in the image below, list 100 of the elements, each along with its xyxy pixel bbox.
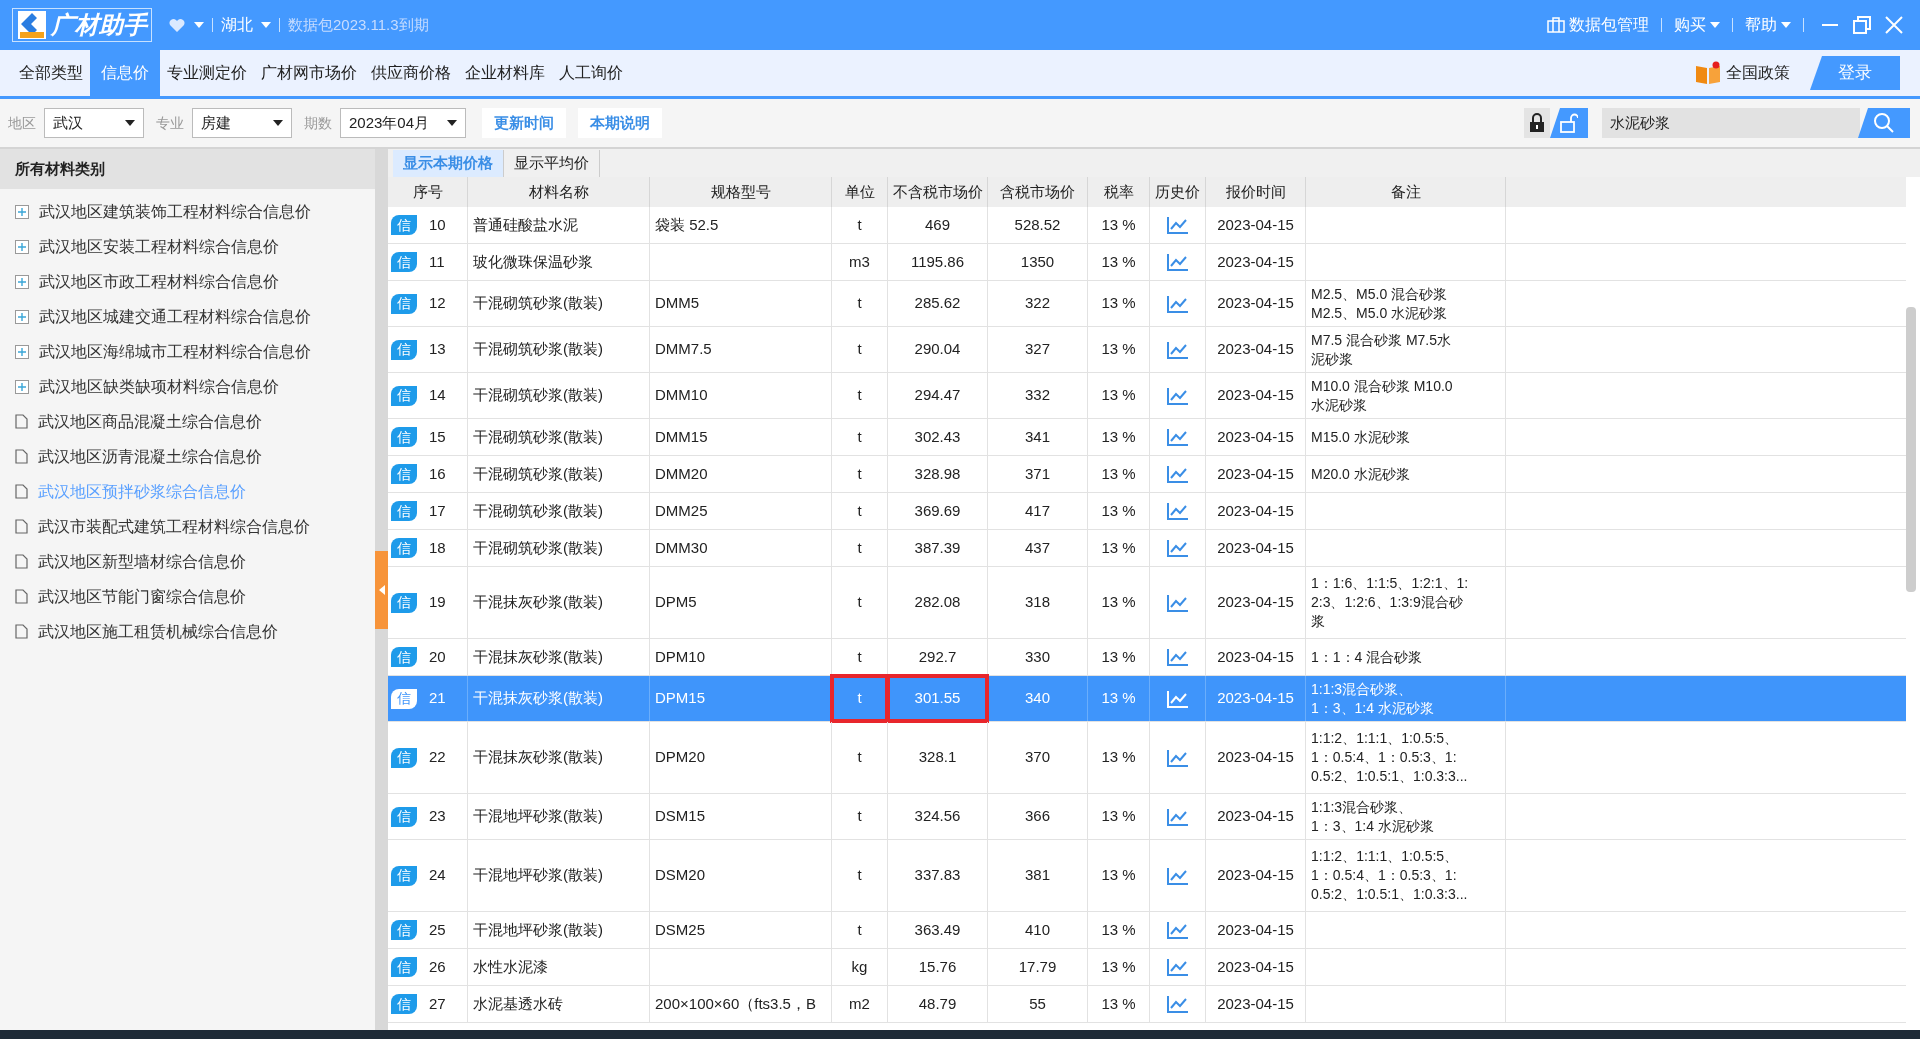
table-cell-text: 2023-04-15: [1217, 426, 1294, 447]
expand-icon[interactable]: [15, 274, 29, 289]
info-badge: 信: [391, 865, 417, 886]
nav-tab[interactable]: 供应商价格: [364, 50, 458, 96]
scrollbar-thumb[interactable]: [1906, 307, 1916, 592]
filter-select[interactable]: 武汉: [44, 108, 144, 138]
sidebar-title: 所有材料类别: [0, 149, 375, 189]
table-row[interactable]: 信 22 干混抹灰砂浆(散装) DPM20 t 328.1 370 13 % 2023-04-15 1:1:2、1:1:1、1:0.5:5、 1：0.5:4、1：0.5:3、1: 0.5:2、1:0.5:1、1:0.3:3...: [388, 722, 1906, 794]
filter-select[interactable]: 房建: [192, 108, 292, 138]
table-cell-text: DMM15: [655, 426, 708, 447]
filter-select[interactable]: 2023年04月: [340, 108, 466, 138]
line-chart-icon[interactable]: [1166, 958, 1189, 976]
lock-button[interactable]: [1524, 108, 1550, 138]
expand-icon[interactable]: [15, 344, 29, 359]
table-row[interactable]: 信 13 干混砌筑砂浆(散装) DMM7.5 t 290.04 327 13 % 2023-04-15 M7.5 混合砂浆 M7.5水 泥砂浆: [388, 327, 1906, 373]
table-cell-text: kg: [851, 956, 868, 977]
sidebar-item[interactable]: 武汉地区安装工程材料综合信息价: [0, 229, 375, 264]
info-badge: 信: [391, 647, 417, 667]
sidebar-item[interactable]: 武汉地区缺类缺项材料综合信息价: [0, 369, 375, 404]
table-cell-text: t: [857, 385, 862, 406]
caret-icon: [194, 22, 204, 28]
table-cell-text: 292.7: [918, 646, 957, 667]
info-badge: 信: [391, 688, 417, 709]
info-badge: 信: [391, 806, 417, 827]
table-cell-text: t: [857, 293, 862, 314]
table-row[interactable]: 信 26 水性水泥漆 kg 15.76 17.79 13 % 2023-04-15: [388, 949, 1906, 986]
table-row[interactable]: 信 25 干混地坪砂浆(散装) DSM25 t 363.49 410 13 % 2023-04-15: [388, 912, 1906, 949]
sidebar-item[interactable]: 武汉地区市政工程材料综合信息价: [0, 264, 375, 299]
line-chart-icon[interactable]: [1166, 866, 1189, 885]
table-cell: 1:1:2、1:1:1、1:0.5:5、 1：0.5:4、1：0.5:3、1: 0.5:2、1:0.5:1、1:0.3:3...: [1311, 847, 1468, 904]
favorites-dropdown[interactable]: [168, 17, 204, 33]
nav-tab[interactable]: 广材网市场价: [254, 50, 364, 96]
table-cell-text: 27: [429, 993, 446, 1014]
nav-tab[interactable]: 全部类型: [12, 50, 90, 96]
caret-icon: [1710, 22, 1720, 28]
table-row[interactable]: 信 14 干混砌筑砂浆(散装) DMM10 t 294.47 332 13 % 2023-04-15 M10.0 混合砂浆 M10.0 水泥砂浆: [388, 373, 1906, 419]
table-cell-text: 13 %: [1101, 251, 1136, 272]
line-chart-icon[interactable]: [1166, 748, 1189, 767]
close-icon[interactable]: [1884, 15, 1904, 35]
table-cell-text: 340: [1025, 688, 1050, 709]
caret-icon: [1781, 22, 1791, 28]
restore-icon[interactable]: [1852, 15, 1872, 35]
table-cell-text: 2023-04-15: [1217, 592, 1294, 613]
sidebar-item[interactable]: 武汉地区城建交通工程材料综合信息价: [0, 299, 375, 334]
table-row[interactable]: 信 20 干混抹灰砂浆(散装) DPM10 t 292.7 330 13 % 2023-04-15 1：1：4 混合砂浆: [388, 639, 1906, 676]
search-field[interactable]: 水泥砂浆: [1602, 108, 1860, 138]
sidebar-item[interactable]: 武汉市装配式建筑工程材料综合信息价: [0, 509, 375, 544]
search-button[interactable]: [1858, 108, 1910, 138]
table-row[interactable]: 信 24 干混地坪砂浆(散装) DSM20 t 337.83 381 13 % 2023-04-15 1:1:2、1:1:1、1:0.5:5、 1：0.5:4、1：0.5:3、1: 0.5:2、1:0.5:1、1:0.3:3...: [388, 840, 1906, 912]
table-row[interactable]: 信 27 水泥基透水砖 200×100×60（fts3.5，B m2 48.79 55 13 % 2023-04-15: [388, 986, 1906, 1023]
expand-icon[interactable]: [15, 204, 29, 219]
left-arrow-icon: [378, 584, 385, 595]
line-chart-icon[interactable]: [1166, 807, 1189, 826]
expand-icon[interactable]: [15, 379, 29, 394]
table-cell-text: 2023-04-15: [1217, 806, 1294, 827]
table-cell-text: 干混砌筑砂浆(散装): [473, 463, 603, 484]
line-chart-icon[interactable]: [1166, 502, 1189, 520]
sidebar-item[interactable]: 武汉地区建筑装饰工程材料综合信息价: [0, 194, 375, 229]
table-cell-text: 381: [1025, 865, 1050, 886]
line-chart-icon[interactable]: [1166, 428, 1189, 446]
policy-link[interactable]: 全国政策: [1694, 50, 1790, 96]
line-chart-icon[interactable]: [1166, 921, 1189, 939]
table-row[interactable]: 信 15 干混砌筑砂浆(散装) DMM15 t 302.43 341 13 % 2023-04-15 M15.0 水泥砂浆: [388, 419, 1906, 456]
line-chart-icon[interactable]: [1166, 216, 1189, 234]
sidebar-item[interactable]: 武汉地区商品混凝土综合信息价: [0, 404, 375, 439]
table-row[interactable]: 信 18 干混砌筑砂浆(散装) DMM30 t 387.39 437 13 % 2023-04-15: [388, 530, 1906, 567]
sidebar-item[interactable]: 武汉地区施工租赁机械综合信息价: [0, 614, 375, 649]
expand-icon[interactable]: [15, 309, 29, 324]
table-row[interactable]: 信 10 普通硅酸盐水泥 袋装 52.5 t 469 528.52 13 % 2023-04-15: [388, 207, 1906, 244]
table-cell-text: t: [857, 688, 862, 709]
table-row[interactable]: 信 16 干混砌筑砂浆(散装) DMM20 t 328.98 371 13 % 2023-04-15 M20.0 水泥砂浆: [388, 456, 1906, 493]
table-row[interactable]: 信 17 干混砌筑砂浆(散装) DMM25 t 369.69 417 13 % 2023-04-15: [388, 493, 1906, 530]
line-chart-icon[interactable]: [1166, 465, 1189, 483]
sidebar-item[interactable]: 武汉地区新型墙材综合信息价: [0, 544, 375, 579]
collapse-handle[interactable]: [375, 550, 388, 629]
sidebar-item[interactable]: 武汉地区节能门窗综合信息价: [0, 579, 375, 614]
line-chart-icon[interactable]: [1166, 340, 1189, 359]
nav-tab[interactable]: 企业材料库: [458, 50, 552, 96]
line-chart-icon[interactable]: [1166, 593, 1189, 612]
line-chart-icon[interactable]: [1166, 253, 1189, 271]
line-chart-icon[interactable]: [1166, 386, 1189, 405]
table-cell-text: 2023-04-15: [1217, 919, 1294, 940]
sidebar-item[interactable]: 武汉地区海绵城市工程材料综合信息价: [0, 334, 375, 369]
table-row[interactable]: 信 23 干混地坪砂浆(散装) DSM15 t 324.56 366 13 % 2023-04-15 1:1:3混合砂浆、 1：3、1:4 水泥砂浆: [388, 794, 1906, 840]
info-badge: 信: [391, 957, 417, 977]
table-row[interactable]: 信 11 玻化微珠保温砂浆 m3 1195.86 1350 13 % 2023-04-15: [388, 244, 1906, 281]
sidebar-item[interactable]: 武汉地区沥青混凝土综合信息价: [0, 439, 375, 474]
line-chart-icon[interactable]: [1166, 995, 1189, 1013]
table-cell-text: 干混地坪砂浆(散装): [473, 806, 603, 827]
line-chart-icon[interactable]: [1166, 294, 1189, 313]
nav-tab[interactable]: 人工询价: [552, 50, 630, 96]
nav-tab[interactable]: 专业测定价: [160, 50, 254, 96]
table-cell-text: 370: [1025, 747, 1050, 768]
table-cell-text: 14: [429, 385, 446, 406]
line-chart-icon[interactable]: [1166, 539, 1189, 557]
table-row[interactable]: 信 12 干混砌筑砂浆(散装) DMM5 t 285.62 322 13 % 2023-04-15 M2.5、M5.0 混合砂浆 M2.5、M5.0 水泥砂浆: [388, 281, 1906, 327]
expand-icon[interactable]: [15, 239, 29, 254]
table-cell-text: 2023-04-15: [1217, 500, 1294, 521]
table-row[interactable]: 信 19 干混抹灰砂浆(散装) DPM5 t 282.08 318 13 % 2023-04-15 1：1:6、1:1:5、1:2:1、1: 2:3、1:2:6、1:3:9混合砂 浆: [388, 567, 1906, 639]
line-chart-icon[interactable]: [1166, 648, 1189, 666]
